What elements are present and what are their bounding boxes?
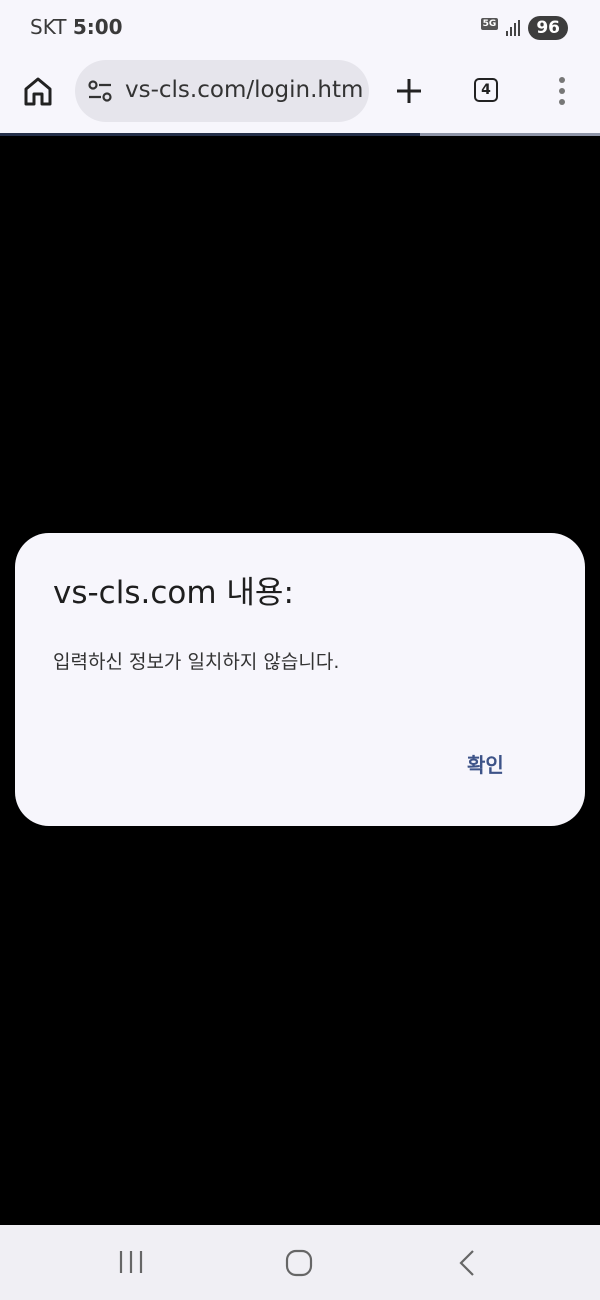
- network-type-icon: 5G: [480, 18, 499, 30]
- browser-toolbar: vs-cls.com/login.htm 4: [0, 56, 600, 134]
- back-icon[interactable]: [456, 1249, 478, 1277]
- carrier-time: SKT 5:00: [30, 15, 123, 39]
- home-icon[interactable]: [22, 75, 54, 107]
- alert-dialog: vs-cls.com 내용: 입력하신 정보가 일치하지 않습니다. 확인: [15, 533, 585, 826]
- tune-icon[interactable]: [87, 78, 113, 104]
- signal-icon: [506, 20, 521, 36]
- address-bar[interactable]: vs-cls.com/login.htm: [75, 60, 369, 122]
- nav-home-icon[interactable]: [285, 1249, 313, 1277]
- url-text[interactable]: vs-cls.com/login.htm: [125, 77, 363, 103]
- recent-apps-icon[interactable]: [118, 1249, 144, 1275]
- carrier-name: SKT: [30, 15, 67, 39]
- load-progress-bar: [0, 133, 600, 136]
- system-navigation-bar: [0, 1225, 600, 1300]
- clock: 5:00: [72, 15, 123, 39]
- dialog-message: 입력하신 정보가 일치하지 않습니다.: [53, 651, 340, 673]
- battery-icon: 96: [528, 16, 568, 40]
- more-vert-icon[interactable]: [556, 75, 568, 107]
- status-icons: 5G 96: [480, 14, 568, 42]
- plus-icon[interactable]: [394, 76, 424, 106]
- progress-track: [420, 133, 600, 136]
- ok-button[interactable]: 확인: [467, 749, 504, 778]
- dialog-title: vs-cls.com 내용:: [53, 575, 294, 611]
- tab-switcher-button[interactable]: 4: [474, 78, 498, 102]
- status-bar: SKT 5:00 5G 96: [0, 0, 600, 56]
